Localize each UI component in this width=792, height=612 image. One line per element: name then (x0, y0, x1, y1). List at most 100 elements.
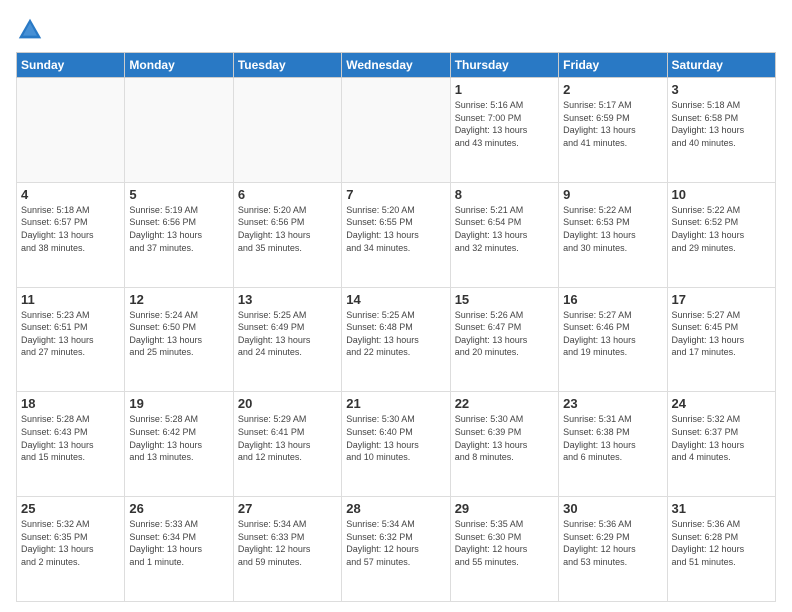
day-number: 18 (21, 396, 120, 411)
day-info: Sunrise: 5:34 AM Sunset: 6:32 PM Dayligh… (346, 518, 445, 568)
day-info: Sunrise: 5:18 AM Sunset: 6:57 PM Dayligh… (21, 204, 120, 254)
weekday-header-saturday: Saturday (667, 53, 775, 78)
day-number: 27 (238, 501, 337, 516)
calendar-cell: 31 Sunrise: 5:36 AM Sunset: 6:28 PM Dayli… (667, 497, 775, 602)
day-info: Sunrise: 5:32 AM Sunset: 6:35 PM Dayligh… (21, 518, 120, 568)
day-info: Sunrise: 5:25 AM Sunset: 6:48 PM Dayligh… (346, 309, 445, 359)
day-info: Sunrise: 5:18 AM Sunset: 6:58 PM Dayligh… (672, 99, 771, 149)
calendar-cell: 24 Sunrise: 5:32 AM Sunset: 6:37 PM Dayli… (667, 392, 775, 497)
day-info: Sunrise: 5:28 AM Sunset: 6:42 PM Dayligh… (129, 413, 228, 463)
day-info: Sunrise: 5:36 AM Sunset: 6:28 PM Dayligh… (672, 518, 771, 568)
calendar-cell: 4Sunrise: 5:18 AM Sunset: 6:57 PM Daylig… (17, 182, 125, 287)
day-number: 20 (238, 396, 337, 411)
day-info: Sunrise: 5:20 AM Sunset: 6:55 PM Dayligh… (346, 204, 445, 254)
day-number: 7 (346, 187, 445, 202)
day-number: 24 (672, 396, 771, 411)
calendar-cell: 6 Sunrise: 5:20 AM Sunset: 6:56 PM Daylig… (233, 182, 341, 287)
page-container: SundayMondayTuesdayWednesdayThursdayFrid… (0, 0, 792, 612)
day-number: 31 (672, 501, 771, 516)
calendar-cell: 2 Sunrise: 5:17 AM Sunset: 6:59 PM Daylig… (559, 78, 667, 183)
day-number: 3 (672, 82, 771, 97)
calendar-cell: 28 Sunrise: 5:34 AM Sunset: 6:32 PM Dayli… (342, 497, 450, 602)
calendar-cell: 13 Sunrise: 5:25 AM Sunset: 6:49 PM Dayli… (233, 287, 341, 392)
day-number: 16 (563, 292, 662, 307)
day-info: Sunrise: 5:25 AM Sunset: 6:49 PM Dayligh… (238, 309, 337, 359)
weekday-header-monday: Monday (125, 53, 233, 78)
calendar-cell: 10 Sunrise: 5:22 AM Sunset: 6:52 PM Dayli… (667, 182, 775, 287)
day-number: 15 (455, 292, 554, 307)
calendar-cell: 30 Sunrise: 5:36 AM Sunset: 6:29 PM Dayli… (559, 497, 667, 602)
calendar-cell: 21 Sunrise: 5:30 AM Sunset: 6:40 PM Dayli… (342, 392, 450, 497)
day-info: Sunrise: 5:23 AM Sunset: 6:51 PM Dayligh… (21, 309, 120, 359)
calendar-cell (125, 78, 233, 183)
calendar-week-5: 25 Sunrise: 5:32 AM Sunset: 6:35 PM Dayli… (17, 497, 776, 602)
calendar-week-2: 4Sunrise: 5:18 AM Sunset: 6:57 PM Daylig… (17, 182, 776, 287)
day-number: 8 (455, 187, 554, 202)
day-number: 6 (238, 187, 337, 202)
day-info: Sunrise: 5:28 AM Sunset: 6:43 PM Dayligh… (21, 413, 120, 463)
day-number: 28 (346, 501, 445, 516)
day-number: 23 (563, 396, 662, 411)
day-number: 30 (563, 501, 662, 516)
day-info: Sunrise: 5:35 AM Sunset: 6:30 PM Dayligh… (455, 518, 554, 568)
day-number: 1 (455, 82, 554, 97)
day-info: Sunrise: 5:29 AM Sunset: 6:41 PM Dayligh… (238, 413, 337, 463)
calendar-cell: 9 Sunrise: 5:22 AM Sunset: 6:53 PM Daylig… (559, 182, 667, 287)
calendar-cell: 11 Sunrise: 5:23 AM Sunset: 6:51 PM Dayli… (17, 287, 125, 392)
weekday-header-sunday: Sunday (17, 53, 125, 78)
day-info: Sunrise: 5:30 AM Sunset: 6:39 PM Dayligh… (455, 413, 554, 463)
day-info: Sunrise: 5:30 AM Sunset: 6:40 PM Dayligh… (346, 413, 445, 463)
day-number: 14 (346, 292, 445, 307)
day-number: 22 (455, 396, 554, 411)
day-number: 11 (21, 292, 120, 307)
day-number: 5 (129, 187, 228, 202)
day-info: Sunrise: 5:16 AM Sunset: 7:00 PM Dayligh… (455, 99, 554, 149)
calendar: SundayMondayTuesdayWednesdayThursdayFrid… (16, 52, 776, 602)
day-info: Sunrise: 5:20 AM Sunset: 6:56 PM Dayligh… (238, 204, 337, 254)
day-info: Sunrise: 5:22 AM Sunset: 6:52 PM Dayligh… (672, 204, 771, 254)
calendar-cell: 29Sunrise: 5:35 AM Sunset: 6:30 PM Dayli… (450, 497, 558, 602)
day-number: 19 (129, 396, 228, 411)
calendar-cell (342, 78, 450, 183)
day-number: 2 (563, 82, 662, 97)
day-info: Sunrise: 5:26 AM Sunset: 6:47 PM Dayligh… (455, 309, 554, 359)
day-number: 26 (129, 501, 228, 516)
day-info: Sunrise: 5:22 AM Sunset: 6:53 PM Dayligh… (563, 204, 662, 254)
weekday-header-tuesday: Tuesday (233, 53, 341, 78)
calendar-cell: 12 Sunrise: 5:24 AM Sunset: 6:50 PM Dayli… (125, 287, 233, 392)
calendar-cell: 8 Sunrise: 5:21 AM Sunset: 6:54 PM Daylig… (450, 182, 558, 287)
day-number: 21 (346, 396, 445, 411)
weekday-header-friday: Friday (559, 53, 667, 78)
day-number: 25 (21, 501, 120, 516)
day-info: Sunrise: 5:33 AM Sunset: 6:34 PM Dayligh… (129, 518, 228, 568)
day-info: Sunrise: 5:17 AM Sunset: 6:59 PM Dayligh… (563, 99, 662, 149)
day-info: Sunrise: 5:31 AM Sunset: 6:38 PM Dayligh… (563, 413, 662, 463)
calendar-cell: 17 Sunrise: 5:27 AM Sunset: 6:45 PM Dayli… (667, 287, 775, 392)
calendar-cell: 27Sunrise: 5:34 AM Sunset: 6:33 PM Dayli… (233, 497, 341, 602)
calendar-cell: 7 Sunrise: 5:20 AM Sunset: 6:55 PM Daylig… (342, 182, 450, 287)
day-number: 13 (238, 292, 337, 307)
day-number: 17 (672, 292, 771, 307)
day-info: Sunrise: 5:21 AM Sunset: 6:54 PM Dayligh… (455, 204, 554, 254)
calendar-week-1: 1 Sunrise: 5:16 AM Sunset: 7:00 PM Daylig… (17, 78, 776, 183)
weekday-header-wednesday: Wednesday (342, 53, 450, 78)
calendar-cell: 14 Sunrise: 5:25 AM Sunset: 6:48 PM Dayli… (342, 287, 450, 392)
logo (16, 16, 48, 44)
day-info: Sunrise: 5:36 AM Sunset: 6:29 PM Dayligh… (563, 518, 662, 568)
day-number: 12 (129, 292, 228, 307)
calendar-cell: 5Sunrise: 5:19 AM Sunset: 6:56 PM Daylig… (125, 182, 233, 287)
calendar-cell (17, 78, 125, 183)
day-info: Sunrise: 5:32 AM Sunset: 6:37 PM Dayligh… (672, 413, 771, 463)
calendar-cell: 3 Sunrise: 5:18 AM Sunset: 6:58 PM Daylig… (667, 78, 775, 183)
calendar-week-4: 18 Sunrise: 5:28 AM Sunset: 6:43 PM Dayli… (17, 392, 776, 497)
header (16, 16, 776, 44)
calendar-cell: 20 Sunrise: 5:29 AM Sunset: 6:41 PM Dayli… (233, 392, 341, 497)
calendar-cell: 22 Sunrise: 5:30 AM Sunset: 6:39 PM Dayli… (450, 392, 558, 497)
logo-icon (16, 16, 44, 44)
header-row: SundayMondayTuesdayWednesdayThursdayFrid… (17, 53, 776, 78)
day-info: Sunrise: 5:24 AM Sunset: 6:50 PM Dayligh… (129, 309, 228, 359)
day-info: Sunrise: 5:27 AM Sunset: 6:46 PM Dayligh… (563, 309, 662, 359)
day-info: Sunrise: 5:27 AM Sunset: 6:45 PM Dayligh… (672, 309, 771, 359)
day-number: 10 (672, 187, 771, 202)
day-number: 9 (563, 187, 662, 202)
